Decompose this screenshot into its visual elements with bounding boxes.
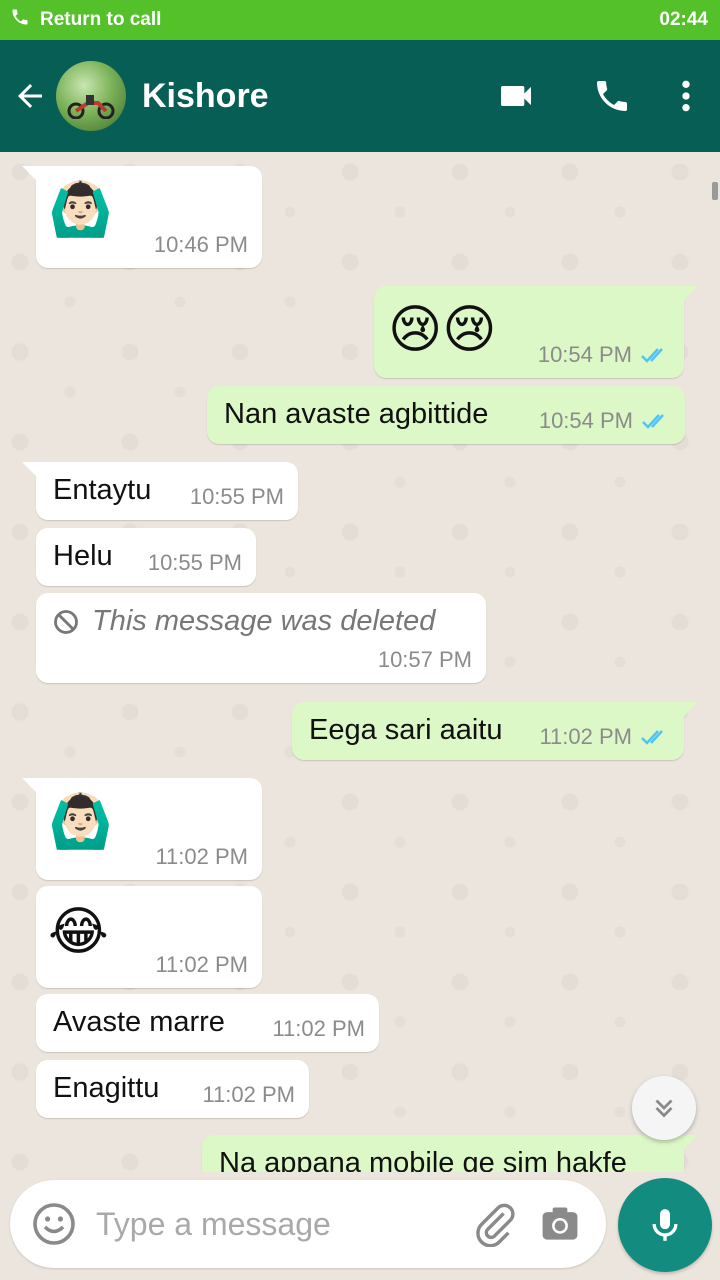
block-icon: [54, 609, 78, 634]
message-time: 11:02 PM: [539, 724, 632, 749]
call-duration: 02:44: [659, 9, 708, 30]
message-bubble-outgoing[interactable]: Nan avaste agbittide 10:54 PM: [207, 386, 685, 444]
contact-avatar[interactable]: [56, 61, 126, 131]
back-button[interactable]: [12, 66, 62, 126]
return-to-call-label: Return to call: [40, 9, 162, 30]
chevron-double-down-icon: [655, 1099, 673, 1118]
message-bubble-incoming[interactable]: 🙆🏻‍♂️ 10:46 PM: [22, 166, 262, 268]
message-emoji: 😢😢: [388, 301, 497, 359]
message-bubble-incoming[interactable]: 🙆🏻‍♂️ 11:02 PM: [22, 778, 262, 880]
message-text: Avaste marre: [53, 1006, 225, 1038]
double-check-icon: [642, 414, 664, 429]
paperclip-icon[interactable]: [472, 1201, 518, 1247]
video-call-button[interactable]: [486, 66, 546, 126]
camera-icon[interactable]: [538, 1202, 582, 1246]
double-check-icon: [641, 730, 663, 745]
scroll-to-bottom-button[interactable]: [632, 1076, 696, 1140]
message-time: 11:02 PM: [155, 952, 248, 977]
message-time: 10:46 PM: [153, 232, 248, 257]
message-bubble-incoming[interactable]: Helu 10:55 PM: [36, 528, 256, 586]
message-time: 10:54 PM: [538, 408, 633, 433]
message-bubble-incoming[interactable]: Avaste marre 11:02 PM: [36, 994, 379, 1052]
message-bubble-incoming[interactable]: Entaytu 10:55 PM: [22, 462, 298, 520]
message-text: Enagittu: [53, 1072, 160, 1104]
microphone-icon: [652, 1209, 678, 1241]
message-time: 10:54 PM: [537, 342, 632, 367]
scrollbar[interactable]: [712, 182, 718, 200]
double-check-icon: [641, 348, 663, 363]
video-camera-icon: [501, 86, 531, 106]
message-text: Eega sari aaitu: [309, 714, 503, 746]
contact-name[interactable]: Kishore: [142, 77, 486, 116]
return-to-call-banner[interactable]: Return to call 02:44: [0, 0, 720, 40]
message-text: Na appana mobile ge sim hakfe: [219, 1147, 627, 1172]
message-list[interactable]: 🙆🏻‍♂️ 10:46 PM 😢😢 10:54 PM Nan avaste ag…: [0, 152, 720, 1172]
arrow-left-icon: [18, 84, 42, 108]
phone-icon: [597, 81, 627, 111]
message-time: 11:02 PM: [155, 844, 248, 869]
message-bubble-outgoing[interactable]: Eega sari aaitu 11:02 PM: [292, 702, 698, 760]
message-bubble-outgoing[interactable]: 😢😢 10:54 PM: [374, 286, 698, 378]
message-time: 11:02 PM: [272, 1016, 365, 1041]
more-vertical-icon: [682, 80, 690, 112]
voice-call-button[interactable]: [582, 66, 642, 126]
message-bubble-incoming[interactable]: 😂 11:02 PM: [36, 886, 262, 988]
message-text: Entaytu: [53, 474, 152, 506]
message-time: 10:55 PM: [147, 550, 242, 575]
message-bubble-deleted[interactable]: This message was deleted 10:57 PM: [36, 593, 486, 683]
message-bubble-incoming[interactable]: Enagittu 11:02 PM: [36, 1060, 309, 1118]
message-text: Helu: [53, 540, 113, 572]
message-input[interactable]: Type a message: [96, 1206, 472, 1243]
message-emoji: 🙆🏻‍♂️: [48, 181, 113, 239]
message-emoji: 🙆🏻‍♂️: [48, 793, 113, 851]
message-composer: Type a message: [10, 1180, 606, 1268]
more-options-button[interactable]: [666, 66, 706, 126]
message-text: Nan avaste agbittide: [224, 398, 489, 430]
message-time: 10:55 PM: [189, 484, 284, 509]
chat-header: Kishore: [0, 40, 720, 152]
deleted-message-text: This message was deleted: [92, 605, 436, 637]
smiley-icon[interactable]: [30, 1200, 78, 1248]
message-time: 10:57 PM: [377, 647, 472, 672]
message-bubble-outgoing[interactable]: Na appana mobile ge sim hakfe: [202, 1135, 698, 1172]
message-time: 11:02 PM: [202, 1082, 295, 1107]
voice-message-button[interactable]: [618, 1178, 712, 1272]
message-emoji: 😂: [48, 903, 109, 961]
phone-icon: [10, 7, 30, 33]
